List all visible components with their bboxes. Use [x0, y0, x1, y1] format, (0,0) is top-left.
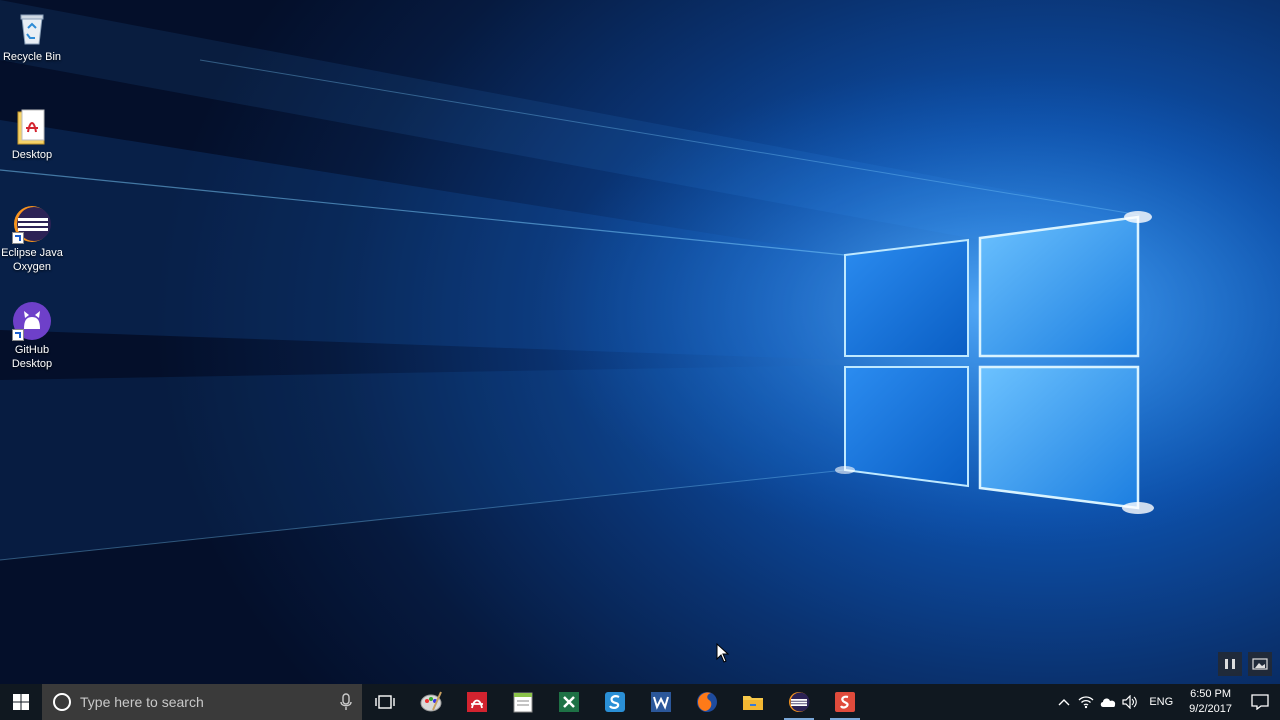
pause-button[interactable] [1218, 652, 1242, 676]
folder-icon [743, 696, 763, 710]
recycle-bin-icon [12, 8, 52, 48]
taskbar-acrobat[interactable] [454, 684, 500, 720]
taskbar-search[interactable] [42, 684, 362, 720]
taskbar-word[interactable] [638, 684, 684, 720]
notification-icon [1251, 694, 1269, 710]
desktop-icon-label: Recycle Bin [2, 51, 62, 63]
recording-controls [1218, 652, 1272, 676]
paint-icon [420, 691, 442, 712]
desktop-icon-label: Eclipse Java Oxygen [1, 247, 63, 273]
taskbar-snagit[interactable] [592, 684, 638, 720]
desktop-icon-label: GitHub Desktop [11, 344, 53, 370]
chevron-up-icon [1058, 699, 1070, 706]
system-tray: ENG 6:50 PM 9/2/2017 [1053, 684, 1280, 720]
desktop-icon-label: Desktop [11, 149, 53, 161]
eclipse-icon [12, 204, 52, 244]
windows-logo-icon [13, 694, 29, 710]
github-icon [12, 301, 52, 341]
search-input[interactable] [78, 693, 332, 711]
desktop-icon-recycle-bin[interactable]: Recycle Bin [0, 4, 64, 64]
taskbar: ENG 6:50 PM 9/2/2017 [0, 684, 1280, 720]
taskbar-smartgit[interactable] [822, 684, 868, 720]
taskbar-eclipse[interactable] [776, 684, 822, 720]
taskbar-notepad-plus[interactable] [500, 684, 546, 720]
word-icon [651, 692, 671, 712]
desktop-icon-desktop[interactable]: Desktop [0, 102, 64, 162]
shortcut-arrow-icon [12, 329, 24, 341]
cloud-icon [1101, 698, 1116, 707]
smartgit-icon [835, 692, 855, 712]
network-button[interactable] [1075, 684, 1097, 720]
windows-wallpaper [0, 0, 1280, 684]
acrobat-icon [467, 692, 487, 712]
speaker-icon [1122, 695, 1138, 709]
desktop: Recycle Bin Desktop Eclipse Java Oxygen [0, 0, 1280, 684]
wifi-icon [1078, 696, 1094, 709]
shortcut-arrow-icon [12, 232, 24, 244]
task-view-icon [375, 695, 395, 709]
taskbar-excel[interactable] [546, 684, 592, 720]
notepad-icon [513, 692, 533, 713]
show-hidden-icons-button[interactable] [1053, 684, 1075, 720]
cortana-icon [53, 693, 71, 711]
taskbar-task-view[interactable] [362, 684, 408, 720]
start-button[interactable] [0, 684, 42, 720]
clock-time: 6:50 PM [1190, 688, 1232, 700]
volume-button[interactable] [1119, 684, 1141, 720]
onedrive-button[interactable] [1097, 684, 1119, 720]
excel-icon [559, 692, 579, 712]
snagit-icon [605, 692, 625, 712]
clock-button[interactable]: 6:50 PM 9/2/2017 [1181, 687, 1240, 717]
desktop-icon-github[interactable]: GitHub Desktop [0, 297, 64, 371]
input-language-button[interactable]: ENG [1141, 696, 1181, 708]
microphone-icon[interactable] [340, 693, 352, 711]
pdf-folder-icon [12, 106, 52, 146]
action-center-button[interactable] [1240, 684, 1280, 720]
taskbar-paint[interactable] [408, 684, 454, 720]
pause-icon [1225, 659, 1235, 669]
firefox-icon [697, 692, 717, 712]
eclipse-icon [789, 692, 810, 712]
picture-icon [1252, 658, 1268, 670]
desktop-icon-eclipse[interactable]: Eclipse Java Oxygen [0, 200, 64, 274]
screen-capture-button[interactable] [1248, 652, 1272, 676]
taskbar-firefox[interactable] [684, 684, 730, 720]
mouse-cursor-icon [716, 643, 730, 663]
clock-date: 9/2/2017 [1189, 703, 1232, 715]
taskbar-file-explorer[interactable] [730, 684, 776, 720]
